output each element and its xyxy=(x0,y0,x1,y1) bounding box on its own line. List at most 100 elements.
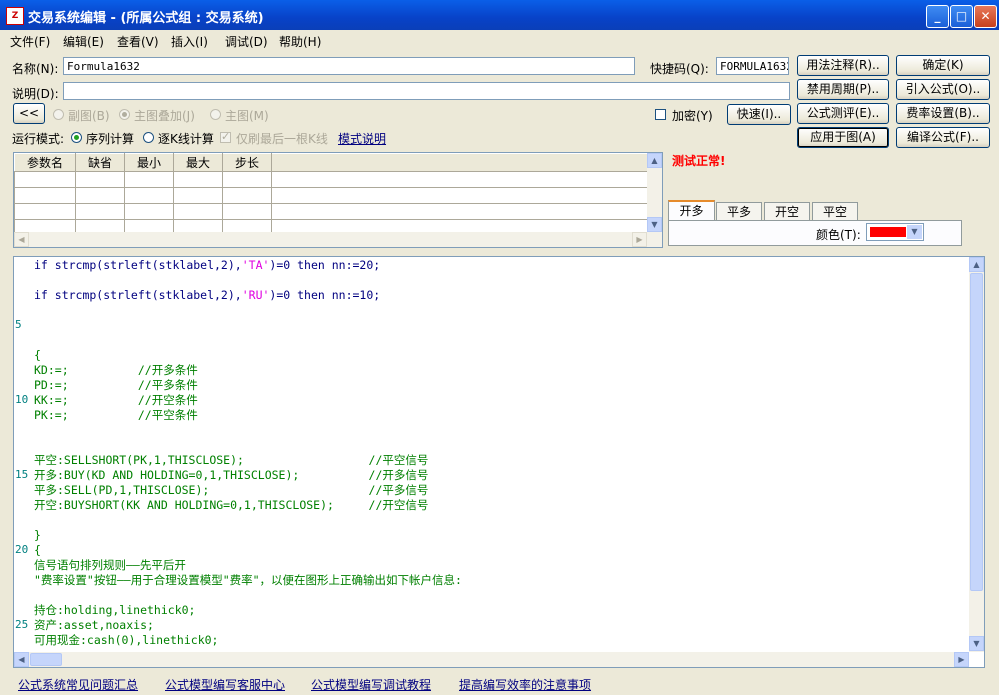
color-dropdown[interactable]: ▼ xyxy=(866,223,924,241)
scroll-down-icon[interactable]: ▼ xyxy=(969,636,984,651)
scroll-thumb[interactable] xyxy=(970,273,983,591)
efficiency-tips-link[interactable]: 提高编写效率的注意事项 xyxy=(459,676,591,693)
minimize-button[interactable]: _ xyxy=(926,5,949,28)
radio-main-overlay[interactable] xyxy=(119,109,130,120)
scroll-up-icon[interactable]: ▲ xyxy=(969,257,984,272)
menu-help[interactable]: 帮助(H) xyxy=(279,33,321,50)
line-number: 15 xyxy=(15,468,29,481)
menu-bar: 文件(F) 编辑(E) 查看(V) 插入(I) 调试(D) 帮助(H) xyxy=(0,30,999,50)
encrypt-checkbox[interactable] xyxy=(655,109,666,120)
disable-period-button[interactable]: 禁用周期(P).. xyxy=(797,79,889,100)
refresh-last-checkbox[interactable] xyxy=(220,130,231,143)
code-line: KD:=; //开多条件 xyxy=(34,363,198,377)
editor-vertical-scrollbar[interactable]: ▲ ▼ xyxy=(969,257,984,652)
param-header-step: 步长 xyxy=(222,153,272,172)
tutorial-link[interactable]: 公式模型编写调试教程 xyxy=(311,676,431,693)
name-label: 名称(N): xyxy=(12,62,59,76)
description-label: 说明(D): xyxy=(12,87,59,101)
code-line: 平空:SELLSHORT(PK,1,THISCLOSE); //平空信号 xyxy=(34,453,429,467)
service-center-link[interactable]: 公式模型编写客服中心 xyxy=(165,676,285,693)
radio-subchart[interactable] xyxy=(53,109,64,120)
table-row[interactable] xyxy=(14,203,651,220)
menu-insert[interactable]: 插入(I) xyxy=(171,33,208,50)
chevron-down-icon[interactable]: ▼ xyxy=(907,225,922,239)
scroll-left-icon[interactable]: ◀ xyxy=(14,232,29,247)
menu-view[interactable]: 查看(V) xyxy=(117,33,159,50)
scroll-down-icon[interactable]: ▼ xyxy=(647,217,662,232)
run-mode-label: 运行模式: xyxy=(12,132,65,146)
code-line: } xyxy=(34,528,41,542)
menu-file[interactable]: 文件(F) xyxy=(10,33,50,50)
code-line: 信号语句排列规则——先平后开 xyxy=(34,558,186,572)
test-status-text: 测试正常! xyxy=(672,154,726,168)
title-bar: Z 交易系统编辑 - (所属公式组 : 交易系统) _ □ ✕ xyxy=(0,0,999,30)
code-line: PK:=; //平空条件 xyxy=(34,408,198,422)
radio-main-overlay-label: 主图叠加(J) xyxy=(134,109,195,123)
line-number: 25 xyxy=(15,618,29,631)
scroll-up-icon[interactable]: ▲ xyxy=(647,153,662,168)
quick-button[interactable]: 快速(I).. xyxy=(727,104,791,125)
line-number: 5 xyxy=(15,318,22,331)
line-number: 10 xyxy=(15,393,29,406)
name-input[interactable]: Formula1632 xyxy=(63,57,635,75)
ok-button[interactable]: 确定(K) xyxy=(896,55,990,76)
radio-mainchart[interactable] xyxy=(210,109,221,120)
code-text: )=0 then nn:=20; xyxy=(269,258,381,272)
scroll-right-icon[interactable]: ▶ xyxy=(632,232,647,247)
code-text: if strcmp(strleft(stklabel,2), xyxy=(34,258,242,272)
shortcode-label: 快捷码(Q): xyxy=(650,62,709,76)
param-horizontal-scrollbar[interactable]: ◀ ▶ xyxy=(14,232,647,247)
usage-notes-button[interactable]: 用法注释(R).. xyxy=(797,55,889,76)
code-editor[interactable]: 5 10 15 20 25 if strcmp(strleft(stklabel… xyxy=(13,256,985,668)
faq-link[interactable]: 公式系统常见问题汇总 xyxy=(18,676,138,693)
code-line: KK:=; //开空条件 xyxy=(34,393,198,407)
window-title: 交易系统编辑 - (所属公式组 : 交易系统) xyxy=(28,11,264,26)
menu-edit[interactable]: 编辑(E) xyxy=(63,33,104,50)
param-header-min: 最小 xyxy=(124,153,174,172)
maximize-button[interactable]: □ xyxy=(950,5,973,28)
shortcode-input[interactable]: FORMULA1632 xyxy=(716,57,789,75)
mode-help-link[interactable]: 模式说明 xyxy=(338,130,386,147)
tab-close-long[interactable]: 平多 xyxy=(716,202,762,220)
import-formula-button[interactable]: 引入公式(O).. xyxy=(896,79,990,100)
radio-mainchart-label: 主图(M) xyxy=(225,109,269,123)
menu-debug[interactable]: 调试(D) xyxy=(225,33,268,50)
editor-horizontal-scrollbar[interactable]: ◀ ▶ xyxy=(14,652,969,667)
radio-kline-calc-label: 逐K线计算 xyxy=(158,132,214,146)
tab-open-short[interactable]: 开空 xyxy=(764,202,810,220)
table-row[interactable] xyxy=(14,171,651,188)
fee-settings-button[interactable]: 费率设置(B).. xyxy=(896,103,990,124)
code-line: 持仓:holding,linethick0; xyxy=(34,603,196,617)
scroll-thumb[interactable] xyxy=(30,653,62,666)
formula-evaluation-button[interactable]: 公式测评(E).. xyxy=(797,103,889,124)
refresh-last-label: 仅刷最后一根K线 xyxy=(236,132,328,146)
table-row[interactable] xyxy=(14,187,651,204)
code-line: { xyxy=(34,543,41,557)
scroll-left-icon[interactable]: ◀ xyxy=(14,652,29,667)
help-links-bar: 公式系统常见问题汇总 公式模型编写客服中心 公式模型编写调试教程 提高编写效率的… xyxy=(0,672,999,695)
description-input[interactable] xyxy=(63,82,790,100)
close-button[interactable]: ✕ xyxy=(974,5,997,28)
collapse-button[interactable]: << xyxy=(13,103,45,124)
param-vertical-scrollbar[interactable]: ▲ ▼ xyxy=(647,153,662,247)
code-string: 'RU' xyxy=(241,288,270,302)
color-swatch xyxy=(870,227,906,237)
apply-to-chart-button[interactable]: 应用于图(A) xyxy=(797,127,889,148)
parameter-table[interactable]: 参数名 缺省 最小 最大 步长 ▲ ▼ ◀ ▶ xyxy=(13,152,663,248)
code-line: 开空:BUYSHORT(KK AND HOLDING=0,1,THISCLOSE… xyxy=(34,498,429,512)
radio-kline-calc[interactable] xyxy=(143,132,154,143)
compile-formula-button[interactable]: 编译公式(F).. xyxy=(896,127,990,148)
code-line: 可用现金:cash(0),linethick0; xyxy=(34,633,219,647)
radio-sequence-calc[interactable] xyxy=(71,132,82,143)
code-line: 资产:asset,noaxis; xyxy=(34,618,154,632)
radio-sequence-calc-label: 序列计算 xyxy=(86,132,135,146)
code-text: if strcmp(strleft(stklabel,2), xyxy=(34,288,242,302)
app-icon: Z xyxy=(6,7,24,25)
code-line: 开多:BUY(KD AND HOLDING=0,1,THISCLOSE); //… xyxy=(34,468,429,482)
line-number: 20 xyxy=(15,543,29,556)
param-header-default: 缺省 xyxy=(75,153,125,172)
code-line: 平多:SELL(PD,1,THISCLOSE); //平多信号 xyxy=(34,483,429,497)
scroll-right-icon[interactable]: ▶ xyxy=(954,652,969,667)
tab-close-short[interactable]: 平空 xyxy=(812,202,858,220)
tab-open-long[interactable]: 开多 xyxy=(668,200,715,220)
